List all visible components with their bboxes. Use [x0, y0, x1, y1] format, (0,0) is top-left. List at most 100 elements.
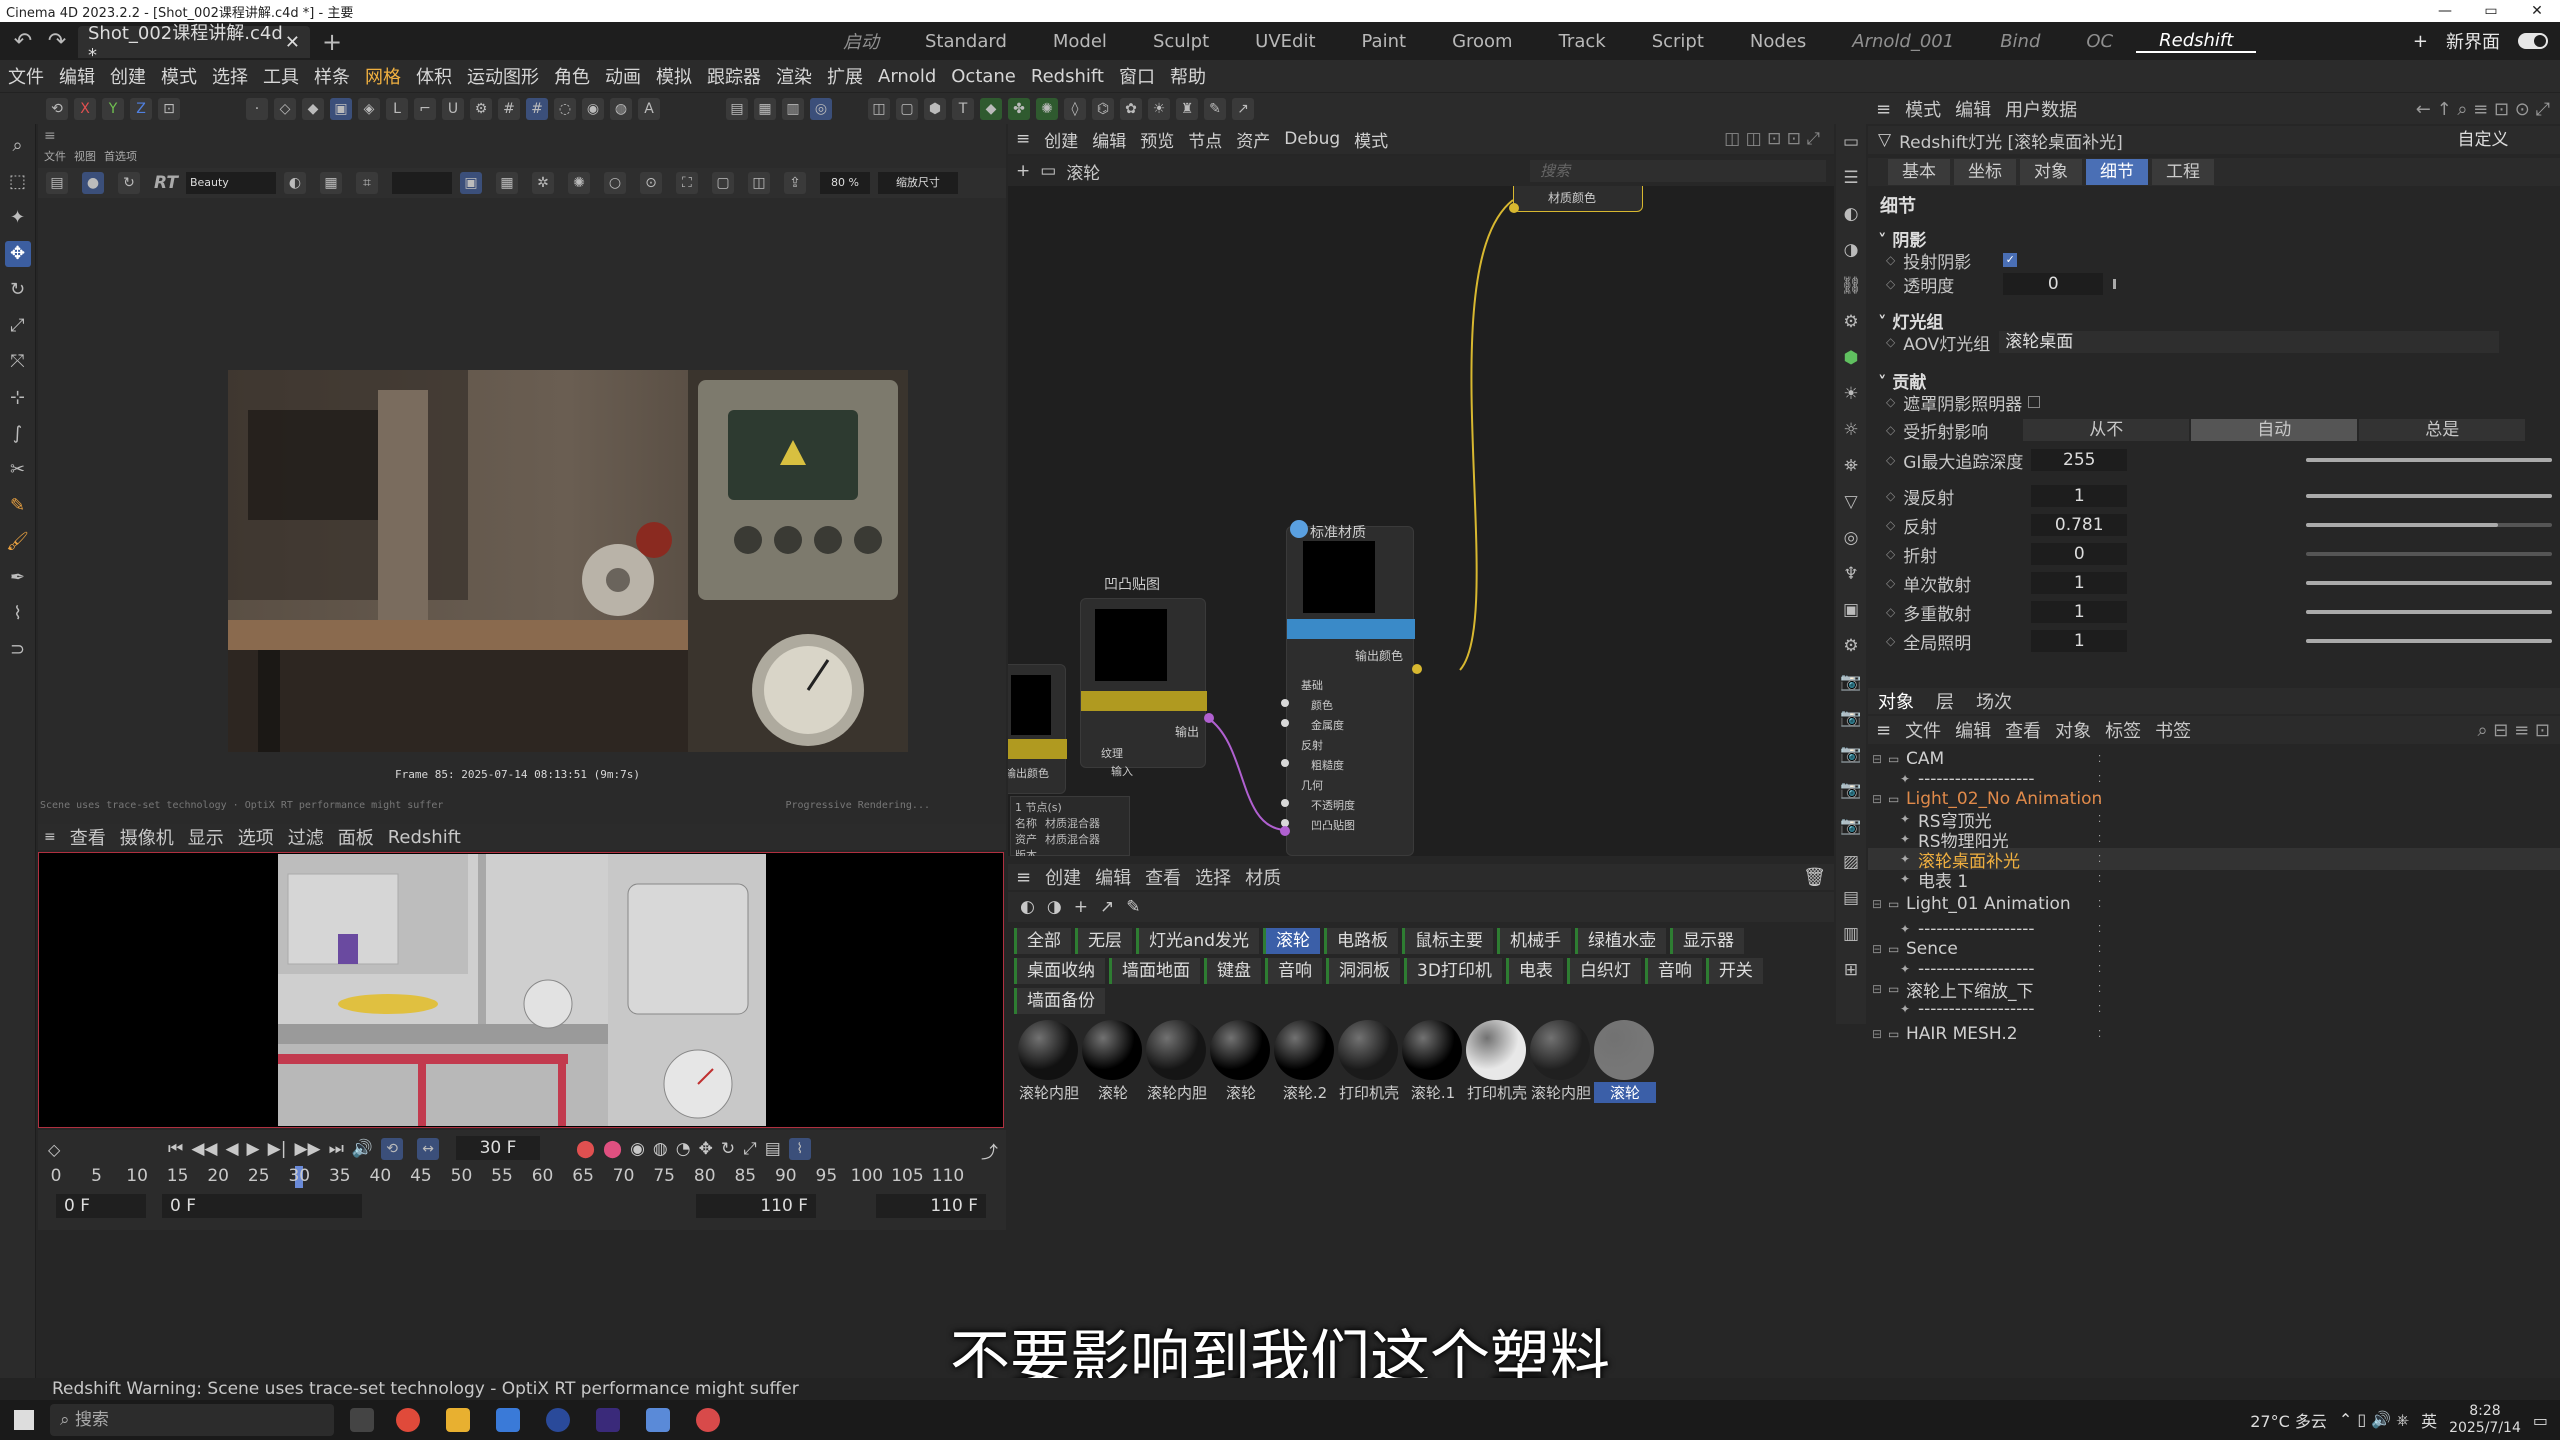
- snap-icon[interactable]: ⌐: [414, 97, 436, 120]
- keyframe-icon[interactable]: ◇: [48, 1140, 60, 1159]
- render-settings-icon[interactable]: ▥: [782, 97, 804, 120]
- mat-filter-9[interactable]: 桌面收纳: [1014, 958, 1105, 984]
- attr-row-slider[interactable]: [2306, 494, 2552, 498]
- fit-icon[interactable]: ⛶: [675, 172, 698, 194]
- animate-diamond-icon[interactable]: ◇: [1886, 453, 1895, 467]
- viewport-menu-item-3[interactable]: 选项: [238, 824, 274, 850]
- attr-nav-icons[interactable]: ← ↑ ⌕ ≡ ⊡ ⊙ ⤢: [2416, 99, 2550, 120]
- obj-tab-2[interactable]: 场次: [1976, 688, 2012, 714]
- attr-tab-0[interactable]: 基本: [1888, 159, 1950, 185]
- isolate-icon[interactable]: ◉: [582, 97, 604, 120]
- viewport-menu-icon[interactable]: ≡: [44, 829, 56, 845]
- obj-tab-1[interactable]: 层: [1936, 688, 1954, 714]
- obj-tab-0[interactable]: 对象: [1878, 688, 1914, 714]
- expand-icon[interactable]: ⊟: [1872, 792, 1888, 806]
- tray-icons[interactable]: ⌃ ▯ 🔊 ⎈: [2339, 1410, 2409, 1430]
- expand-icon[interactable]: ⊟: [1872, 942, 1888, 956]
- node-menu-item-2[interactable]: 预览: [1140, 127, 1174, 152]
- viewport-menu-item-2[interactable]: 显示: [188, 824, 224, 850]
- primitive-cube-icon[interactable]: ▢: [896, 97, 918, 120]
- layout-tab-1[interactable]: Standard: [902, 31, 1030, 52]
- layout-tab-9[interactable]: Nodes: [1727, 31, 1829, 52]
- node-menu-item-6[interactable]: 模式: [1354, 127, 1388, 152]
- export-icon[interactable]: ⇪: [783, 172, 806, 194]
- mat-filter-6[interactable]: 机械手: [1496, 928, 1571, 954]
- menu-item-7[interactable]: 网格: [365, 63, 401, 89]
- prev-key-icon[interactable]: ◀◀: [191, 1139, 217, 1159]
- visibility-dots-icon[interactable]: ⁚: [2098, 754, 2101, 765]
- explorer-icon[interactable]: [446, 1408, 470, 1432]
- add-node-icon[interactable]: +: [1016, 161, 1030, 181]
- new-ui-toggle[interactable]: [2518, 33, 2548, 49]
- settings-icon[interactable]: ⚙: [1839, 634, 1863, 658]
- sound-icon[interactable]: 🔊: [352, 1139, 373, 1159]
- node-icon[interactable]: ⊞: [1839, 958, 1863, 982]
- refl-option-1[interactable]: 自动: [2191, 419, 2358, 441]
- scale-icon[interactable]: ⤢: [5, 313, 31, 339]
- rot-key-icon[interactable]: ↻: [721, 1139, 735, 1159]
- range-icon[interactable]: ↔: [417, 1138, 440, 1160]
- camera1-icon[interactable]: 📷: [1839, 670, 1863, 694]
- mat-filter-19[interactable]: 墙面备份: [1014, 988, 1105, 1014]
- visibility-dots-icon[interactable]: ⁚: [2098, 874, 2101, 885]
- object-name[interactable]: -------------------: [1918, 999, 2035, 1019]
- param-key-icon[interactable]: ▤: [765, 1139, 781, 1159]
- task-view-icon[interactable]: [350, 1408, 374, 1432]
- object-name[interactable]: -------------------: [1918, 769, 2035, 789]
- expand-icon[interactable]: ⊟: [1872, 897, 1888, 911]
- menu-item-16[interactable]: Arnold: [878, 66, 936, 87]
- prev-frame-icon[interactable]: ◀: [225, 1139, 238, 1159]
- layout-tab-10[interactable]: Arnold_001: [1829, 31, 1977, 52]
- save-render-icon[interactable]: ▤: [46, 172, 68, 194]
- attr-row-field[interactable]: 1: [2031, 601, 2128, 623]
- menu-item-11[interactable]: 动画: [605, 63, 641, 89]
- go-end-icon[interactable]: ⏭: [329, 1139, 344, 1159]
- menu-item-0[interactable]: 文件: [8, 63, 44, 89]
- undo-toolbar-icon[interactable]: ⟲: [46, 97, 68, 120]
- current-frame-field[interactable]: 30 F: [456, 1136, 540, 1160]
- knife-icon[interactable]: ✂: [5, 457, 31, 483]
- mat-new-icon[interactable]: ◐: [1020, 897, 1035, 917]
- visibility-dots-icon[interactable]: ⁚: [2098, 964, 2101, 975]
- transparency-field[interactable]: 0: [2003, 273, 2104, 295]
- recorder-icon[interactable]: [696, 1408, 720, 1432]
- attr-row-slider[interactable]: [2306, 581, 2552, 585]
- visibility-dots-icon[interactable]: ⁚: [2098, 834, 2101, 845]
- menu-item-10[interactable]: 角色: [554, 63, 590, 89]
- object-row[interactable]: ⊟ ▭ Light_01 Animation ⁚: [1868, 893, 2560, 915]
- node-menu-item-1[interactable]: 编辑: [1092, 127, 1126, 152]
- object-name[interactable]: CAM: [1906, 749, 1944, 769]
- mat-filter-16[interactable]: 白织灯: [1566, 958, 1641, 984]
- attr-row-field[interactable]: 1: [2031, 485, 2128, 507]
- picture-icon[interactable]: ▨: [1839, 850, 1863, 874]
- link-icon[interactable]: ⛓: [1839, 274, 1863, 298]
- animate-diamond-icon[interactable]: ◇: [1886, 634, 1895, 648]
- obj-search-icon[interactable]: ⌕ ⊟ ≡ ⊡: [2478, 720, 2551, 741]
- circle-icon[interactable]: ○: [603, 172, 626, 194]
- expand-icon[interactable]: ⊟: [1872, 1027, 1888, 1041]
- obj-menu-item-0[interactable]: 文件: [1905, 717, 1941, 743]
- axis-mode-icon[interactable]: L: [386, 97, 408, 120]
- material-item[interactable]: 滚轮内胆: [1530, 1020, 1592, 1103]
- area-light-icon[interactable]: ▽: [1839, 490, 1863, 514]
- pos-key-icon[interactable]: ✥: [699, 1139, 713, 1159]
- region-dropdown[interactable]: [391, 172, 452, 194]
- render-start-icon[interactable]: ●: [82, 172, 104, 194]
- refl-option-0[interactable]: 从不: [2023, 419, 2190, 441]
- mat-edit-icon[interactable]: ✎: [1126, 897, 1140, 917]
- scale-key-icon[interactable]: ⤢: [743, 1139, 757, 1159]
- search-icon[interactable]: ⌕: [5, 133, 31, 159]
- cog-icon[interactable]: ⚙: [1839, 310, 1863, 334]
- attr-row-field[interactable]: 1: [2031, 572, 2128, 594]
- pla-key-icon[interactable]: ⌇: [788, 1138, 811, 1160]
- color-node[interactable]: 材质颜色: [1513, 186, 1643, 212]
- material-item[interactable]: 滚轮.2: [1274, 1020, 1336, 1103]
- color-node-input-port[interactable]: [1509, 203, 1519, 213]
- layers-icon[interactable]: ☰: [1839, 166, 1863, 190]
- select-icon[interactable]: ⬚: [5, 169, 31, 195]
- console-icon[interactable]: ▤: [1839, 886, 1863, 910]
- add-layout-button[interactable]: +: [2413, 31, 2428, 52]
- occl-checkbox[interactable]: [2028, 396, 2041, 408]
- material-item[interactable]: 滚轮.1: [1402, 1020, 1464, 1103]
- clock-icon[interactable]: ◔: [676, 1139, 691, 1159]
